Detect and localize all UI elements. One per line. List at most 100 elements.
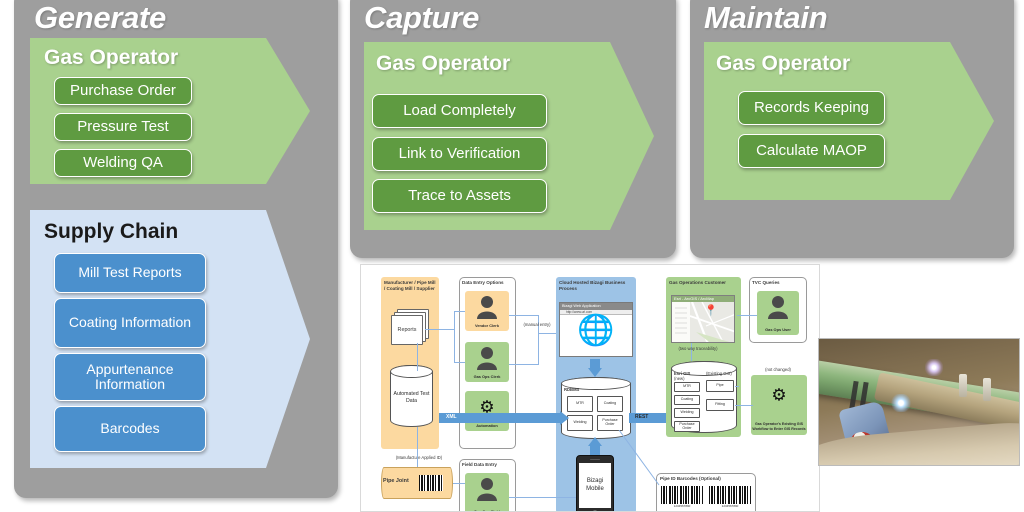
line-atd-to-reports [417, 343, 418, 371]
bizagi-web-application-window[interactable]: Bizagi Web Application http://www.url.co… [559, 302, 633, 357]
phase-title-maintain: Maintain [704, 0, 828, 35]
node-gas-ops-user: Gas Ops User [757, 291, 799, 335]
item-mill-test-reports[interactable]: Mill Test Reports [54, 253, 206, 293]
annotation-not-changed: (not changed) [765, 367, 791, 372]
item-calculate-maop[interactable]: Calculate MAOP [738, 134, 885, 168]
node-label-automation: Automation [476, 423, 498, 429]
person-icon [477, 296, 497, 319]
zone-label-tvc-queries: TVC Queries [752, 280, 780, 285]
line-field-to-mobile [509, 497, 576, 498]
rdbms-doc-purchase-order: Purchase Order [597, 415, 623, 431]
zone-label-cloud: Cloud Hosted Bizagi Business Process [559, 280, 626, 292]
photo-arc-flash-upper [925, 359, 943, 376]
arrow-web-to-rdbms-head [588, 368, 602, 377]
line-pipe-marker [735, 386, 739, 387]
arcgis-map-window[interactable]: Esri - ArcGIS / ArcMap 📍 [671, 295, 735, 343]
arrow-xml-shaft [439, 413, 561, 423]
lane-title-supply-chain: Supply Chain [44, 220, 179, 243]
node-label-gas-ops-user: Gas Ops User [765, 327, 791, 333]
pipe-joint-label: Pipe Joint [383, 478, 409, 484]
line-vendor-to-cloud [509, 315, 539, 316]
person-icon [768, 296, 788, 319]
item-pressure-test[interactable]: Pressure Test [54, 113, 192, 141]
reports-label: Reports [397, 327, 417, 333]
existing-item-pipe: Pipe [706, 380, 734, 392]
slide-canvas: Generate Gas Operator Purchase Order Pre… [0, 0, 1024, 512]
gear-icon: ⚙ [771, 385, 787, 405]
rdbms-doc-mtr: MTR [567, 396, 593, 412]
cylinder-top [390, 365, 433, 379]
node-vendor-clerk: Vendor Clerk [465, 291, 509, 331]
line-pipe-joint-to-field [453, 483, 465, 484]
phone-speaker [590, 458, 600, 460]
automated-test-data-label: Automated Test Data [393, 391, 430, 404]
architecture-diagram: Manufacturer / Pipe Mill / Coating Mill … [360, 264, 820, 512]
photo-welding-arc [891, 394, 911, 413]
person-icon [477, 347, 497, 370]
line-atd-to-pipe-joint [417, 427, 418, 467]
line-workflow-to-fitting [735, 405, 753, 406]
node-gas-ops-clerk: Gas Ops Clerk [465, 342, 509, 382]
zone-label-manufacturer: Manufacturer / Pipe Mill / Coating Mill … [384, 280, 436, 292]
esri-item-coating: Coating [674, 395, 700, 405]
item-purchase-order[interactable]: Purchase Order [54, 77, 192, 105]
node-label-gas-ops-clerk: Gas Ops Clerk [473, 374, 501, 380]
item-barcodes[interactable]: Barcodes [54, 406, 206, 452]
phase-title-generate: Generate [34, 0, 166, 35]
photo-post-2 [983, 378, 991, 401]
line-to-vendor-clerk [454, 311, 465, 312]
node-automation: ⚙ Automation [465, 391, 509, 431]
node-label-gis-workflow: Gas Operator's Existing GIS Workflow to … [752, 422, 806, 431]
automated-test-data-cylinder: Automated Test Data [390, 365, 433, 427]
arrow-label-rest: REST [635, 414, 649, 420]
person-icon [477, 478, 497, 501]
rdbms-doc-coating: Coating [597, 396, 623, 412]
item-records-keeping[interactable]: Records Keeping [738, 91, 885, 125]
annotation-manual-entry: (manual entry) [523, 322, 551, 327]
rdbms-label: RDBMS [564, 387, 580, 392]
photo-post-1 [959, 374, 967, 397]
bizagi-mobile-phone[interactable]: Bizagi Mobile [576, 455, 614, 511]
item-trace-to-assets[interactable]: Trace to Assets [372, 179, 547, 213]
phase-title-capture: Capture [364, 0, 480, 35]
line-reports-to-entry [425, 329, 455, 330]
line-rdbms-to-barcodes [618, 430, 660, 486]
esri-item-welding: Welding [674, 408, 700, 418]
line-user-to-map [737, 315, 757, 316]
line-to-gas-ops-clerk [454, 362, 465, 363]
node-gas-ops-field: Gas Ops Field [465, 473, 509, 511]
zone-label-gas-operations-customer: Gas Operations Customer [669, 280, 726, 285]
arrow-label-xml: XML [446, 414, 457, 420]
barcode-right [709, 486, 751, 504]
annotation-two-way-traceability: (two way traceability) [678, 346, 718, 351]
esri-item-mtr: MTR [674, 382, 700, 392]
existing-item-fitting: Fitting [706, 399, 734, 411]
phone-screen: Bizagi Mobile [579, 463, 611, 508]
esri-gis-sublabel: (new) [674, 376, 685, 381]
node-label-vendor-clerk: Vendor Clerk [474, 323, 499, 329]
item-load-completely[interactable]: Load Completely [372, 94, 547, 128]
map-pin-icon: 📍 [704, 305, 718, 318]
item-appurtenance-information[interactable]: Appurtenance Information [54, 353, 206, 401]
annotation-manufacture-applied-id: (Manufacture Applied ID) [395, 455, 443, 460]
line-entry-riser [454, 311, 455, 363]
lane-title-generate-gas-operator: Gas Operator [44, 46, 179, 69]
barcode-right-value: 1234567890 [721, 504, 739, 508]
globe-icon: 🌐 [577, 313, 615, 347]
arrow-mobile-to-rdbms-head [588, 437, 602, 446]
pipe-joint-barcode [419, 475, 443, 491]
existing-gis-label: (Existing GIS) [706, 371, 732, 376]
barcode-left-value: 1234567890 [673, 504, 691, 508]
line-clerk-to-cloud [509, 364, 539, 365]
pipeline-welding-photo [818, 338, 1020, 466]
zone-label-field-data-entry: Field Data Entry [462, 462, 497, 467]
zone-label-data-entry-options: Data Entry Options [462, 280, 504, 285]
browser-title-bar: Bizagi Web Application [560, 303, 632, 310]
item-coating-information[interactable]: Coating Information [54, 298, 206, 348]
arrow-xml-head [560, 411, 569, 425]
lane-title-maintain-gas-operator: Gas Operator [716, 52, 851, 75]
item-welding-qa[interactable]: Welding QA [54, 149, 192, 177]
item-link-to-verification[interactable]: Link to Verification [372, 137, 547, 171]
node-gis-workflow: ⚙ Gas Operator's Existing GIS Workflow t… [751, 375, 807, 435]
lane-title-capture-gas-operator: Gas Operator [376, 52, 511, 75]
